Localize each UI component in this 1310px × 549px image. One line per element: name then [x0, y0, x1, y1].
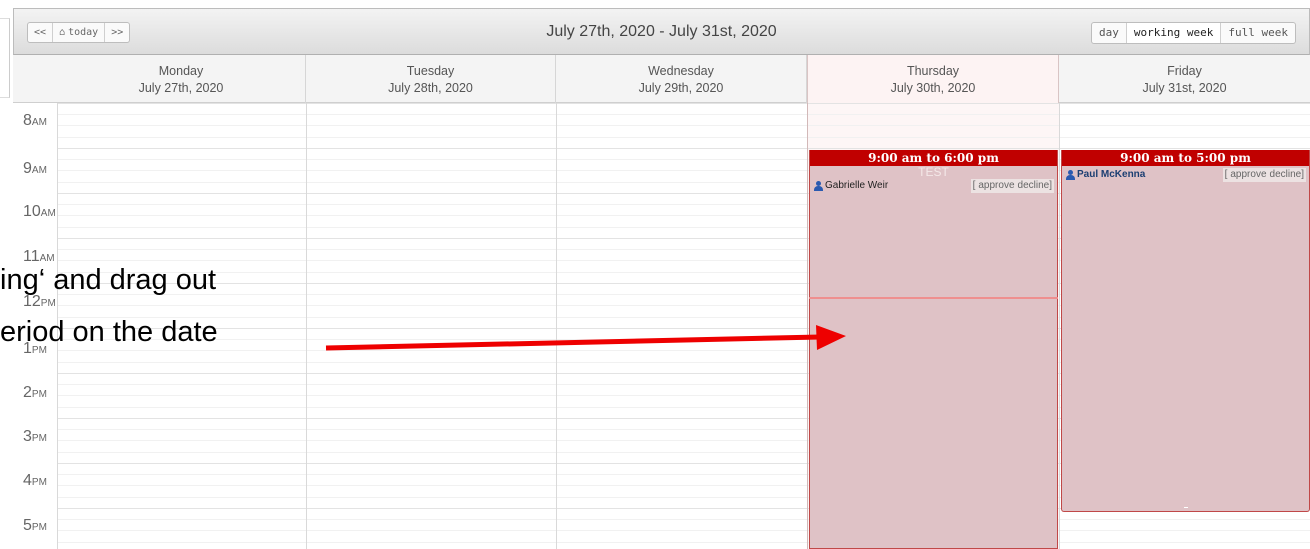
arrow-head: [816, 325, 846, 350]
arrow-shaft: [325, 334, 821, 351]
annotation-arrow: [325, 325, 846, 351]
